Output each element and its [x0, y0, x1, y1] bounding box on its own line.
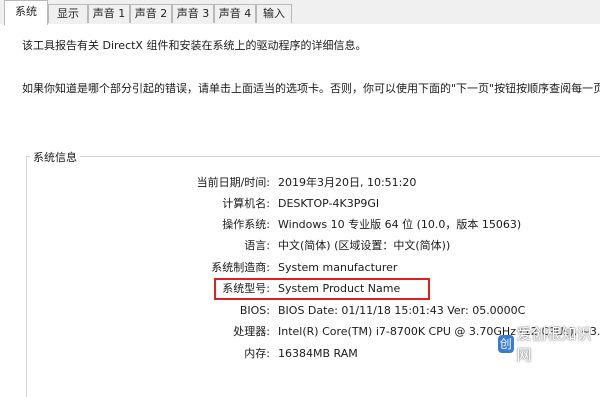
info-row-datetime: 当前日期/时间: 2019年3月20日, 10:51:20 — [0, 175, 600, 191]
tab-sound-4[interactable]: 声音 4 — [214, 4, 256, 23]
row-label: 系统制造商: — [211, 261, 270, 274]
tab-sound-3[interactable]: 声音 3 — [172, 4, 214, 23]
row-label: 操作系统: — [222, 218, 270, 231]
intro-text: 该工具报告有关 DirectX 组件和安装在系统上的驱动程序的详细信息。 — [22, 39, 367, 52]
instructions-text: 如果你知道是哪个部分引起的错误，请单击上面适当的选项卡。否则，你可以使用下面的"… — [22, 82, 600, 95]
row-label: 处理器: — [233, 325, 270, 338]
watermark: 创 爱创根知识网 — [498, 325, 594, 364]
row-value: 中文(简体) (区域设置：中文(简体)) — [278, 239, 451, 252]
info-row-manufacturer: 系统制造商: System manufacturer — [0, 260, 600, 276]
row-label: 当前日期/时间: — [196, 176, 270, 189]
row-value: System manufacturer — [278, 261, 398, 274]
info-row-bios: BIOS: BIOS Date: 01/11/18 15:01:43 Ver: … — [0, 303, 600, 319]
system-tab-panel: 该工具报告有关 DirectX 组件和安装在系统上的驱动程序的详细信息。 如果你… — [0, 24, 600, 397]
system-info-title: 系统信息 — [30, 149, 80, 165]
system-model-highlight-box — [214, 278, 430, 300]
info-row-os: 操作系统: Windows 10 专业版 64 位 (10.0，版本 15063… — [0, 217, 600, 233]
row-value: Windows 10 专业版 64 位 (10.0，版本 15063) — [278, 218, 522, 231]
row-label: 计算机名: — [222, 197, 270, 210]
row-label: BIOS: — [239, 304, 270, 317]
watermark-text: 爱创根知识网 — [516, 325, 592, 364]
tab-bar: 系统 显示 声音 1 声音 2 声音 3 声音 4 输入 — [0, 0, 600, 25]
tab-display[interactable]: 显示 — [48, 4, 88, 23]
tab-sound-2[interactable]: 声音 2 — [130, 4, 172, 23]
info-row-language: 语言: 中文(简体) (区域设置：中文(简体)) — [0, 238, 600, 254]
row-label: 语言: — [244, 239, 270, 252]
tab-sound-1[interactable]: 声音 1 — [88, 4, 130, 23]
watermark-logo-icon: 创 — [498, 335, 514, 353]
row-value: 2019年3月20日, 10:51:20 — [278, 176, 417, 189]
tab-system[interactable]: 系统 — [4, 0, 48, 25]
info-row-computer-name: 计算机名: DESKTOP-4K3P9GI — [0, 196, 600, 212]
tab-input[interactable]: 输入 — [256, 4, 292, 23]
row-value: BIOS Date: 01/11/18 15:01:43 Ver: 05.000… — [278, 304, 526, 317]
row-value: DESKTOP-4K3P9GI — [278, 197, 380, 210]
